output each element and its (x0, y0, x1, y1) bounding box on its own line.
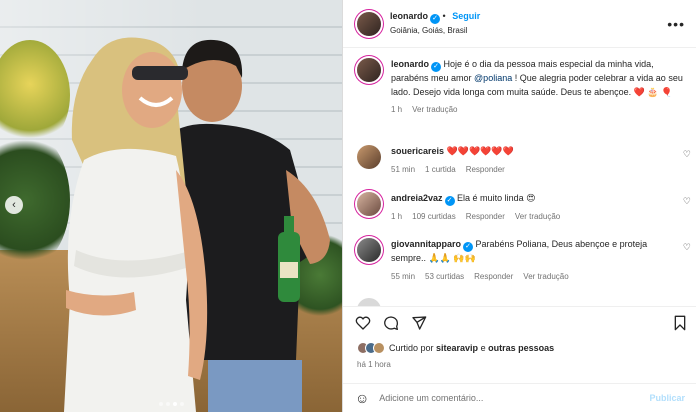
save-bookmark-icon[interactable] (673, 315, 687, 331)
commenter-avatar[interactable] (357, 192, 381, 216)
comment-icon[interactable] (383, 315, 399, 331)
comment-item: andreia2vaz ✓ Ela é muito linda 😍 1 h 109 … (353, 192, 560, 224)
post-timestamp[interactable]: há 1 hora (357, 360, 391, 369)
verified-icon: ✓ (430, 14, 441, 24)
reply-button[interactable]: Responder (474, 270, 513, 284)
comment-item: souericareis ❤️❤️❤️❤️❤️❤️ 51 min 1 curtid… (353, 145, 514, 176)
translate-link[interactable]: Ver tradução (412, 103, 457, 117)
reply-button[interactable]: Responder (466, 210, 505, 224)
caption-emojis: ❤️ 🎂 🎈 (633, 86, 673, 97)
translate-link[interactable]: Ver tradução (523, 270, 568, 284)
publish-button[interactable]: Publicar (649, 393, 685, 403)
comment-input[interactable]: Adicione um comentário... (379, 393, 649, 403)
comment-time[interactable]: 55 min (391, 270, 415, 284)
author-username[interactable]: leonardo (390, 11, 428, 21)
comment-likes[interactable]: 53 curtidas (425, 270, 464, 284)
like-comment-icon[interactable]: ♡ (683, 149, 691, 160)
post-panel: leonardo ✓ • Seguir Goiânia, Goiás, Brasi… (342, 0, 696, 412)
people-illustration (64, 37, 330, 412)
previous-photo-button[interactable]: ‹ (5, 196, 23, 214)
liker-avatar (373, 342, 385, 354)
comment-text: ❤️❤️❤️❤️❤️❤️ (446, 146, 514, 156)
post-header: leonardo ✓ • Seguir Goiânia, Goiás, Brasi… (343, 0, 696, 48)
commenter-avatar[interactable] (357, 238, 381, 262)
caption-mention[interactable]: @poliana (474, 73, 512, 83)
carousel-dots (0, 402, 342, 406)
comment-likes[interactable]: 1 curtida (425, 163, 456, 177)
post-photo[interactable]: ‹ (0, 0, 342, 412)
author-avatar[interactable] (357, 11, 381, 36)
more-options-icon[interactable]: ••• (667, 16, 685, 32)
add-comment-bar: ☺ Adicione um comentário... Publicar (343, 383, 696, 412)
commenter-avatar[interactable] (357, 298, 381, 306)
follow-button[interactable]: Seguir (452, 11, 480, 21)
comment-time[interactable]: 1 h (391, 210, 402, 224)
caption-username[interactable]: leonardo (391, 59, 429, 69)
post-location[interactable]: Goiânia, Goiás, Brasil (390, 24, 480, 38)
verified-icon: ✓ (463, 242, 474, 252)
like-comment-icon[interactable]: ♡ (683, 196, 691, 207)
comment-username[interactable]: andreia2vaz (391, 193, 443, 203)
author-avatar[interactable] (357, 58, 381, 82)
liked-by-user[interactable]: sitearavip (436, 343, 478, 353)
share-send-icon[interactable] (411, 315, 427, 331)
verified-icon: ✓ (444, 196, 455, 206)
caption-time[interactable]: 1 h (391, 103, 402, 117)
like-comment-icon[interactable]: ♡ (683, 242, 691, 253)
verified-icon: ✓ (431, 62, 442, 72)
comment-text: Ela é muito linda 😍 (457, 193, 536, 203)
emoji-icon[interactable]: ☺ (355, 390, 369, 406)
like-heart-icon[interactable] (355, 315, 371, 331)
comment-item: giovannitapparo ✓ Parabéns Poliana, Deus … (353, 238, 661, 283)
comment-username[interactable]: giovannitapparo (391, 239, 461, 249)
liked-by: Curtido por sitearavip e outras pessoas (357, 342, 554, 354)
comment-username[interactable]: souericareis (391, 146, 444, 156)
commenter-avatar[interactable] (357, 145, 381, 169)
caption: leonardo ✓ Hoje é o dia da pessoa mais es… (353, 58, 687, 117)
post-actions (343, 306, 696, 340)
comment-time[interactable]: 51 min (391, 163, 415, 177)
liked-by-others[interactable]: outras pessoas (488, 343, 554, 353)
translate-link[interactable]: Ver tradução (515, 210, 560, 224)
comments-list[interactable]: leonardo ✓ Hoje é o dia da pessoa mais es… (343, 48, 696, 306)
comment-likes[interactable]: 109 curtidas (412, 210, 456, 224)
liked-by-prefix: Curtido por (389, 343, 437, 353)
comment-item-partial (353, 298, 381, 306)
reply-button[interactable]: Responder (466, 163, 505, 177)
